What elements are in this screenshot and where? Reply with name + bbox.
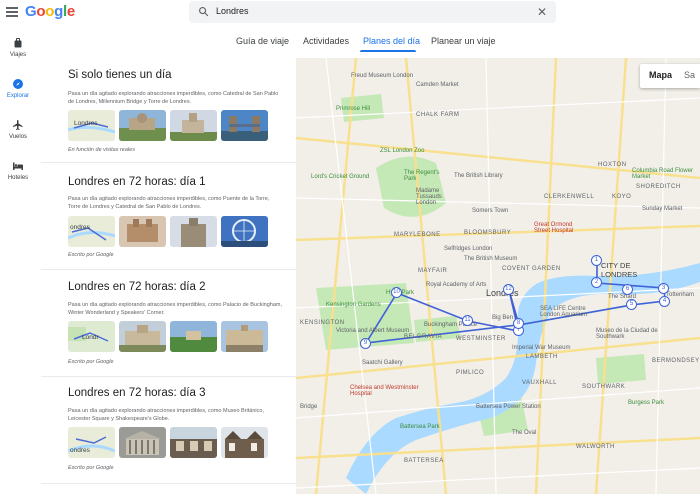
day-plans-list: Si solo tienes un día Pasa un día agitad… (41, 58, 296, 494)
photo-thumbnail[interactable] (170, 321, 217, 352)
route-marker[interactable]: 5 (626, 299, 637, 310)
luggage-icon (14, 38, 22, 48)
card-thumbnails: ondres (68, 216, 278, 247)
search-icon (199, 7, 209, 17)
route-marker[interactable]: 6 (622, 284, 633, 295)
photo-thumbnail[interactable] (170, 110, 217, 141)
card-description: Pasa un día agitado explorando atraccion… (68, 91, 279, 105)
tab-planear-un-viaje[interactable]: Planear un viaje (431, 36, 496, 46)
card-note: Escrito por Google (68, 252, 114, 258)
card-note: Escrito por Google (68, 359, 114, 365)
route-marker[interactable]: 1 (591, 255, 602, 266)
photo-thumbnail[interactable] (119, 110, 166, 141)
card-thumbnails: Londr (68, 321, 278, 352)
compass-icon (13, 79, 23, 89)
card-note: En función de visitas reales (68, 147, 135, 153)
active-tab-indicator (360, 50, 416, 52)
day-plan-card[interactable]: Londres en 72 horas: día 2 Pasa un día a… (41, 271, 296, 377)
google-logo[interactable]: Google (25, 3, 75, 20)
card-note: Escrito por Google (68, 465, 114, 471)
photo-thumbnail[interactable] (221, 321, 268, 352)
plane-icon (13, 120, 23, 130)
photo-thumbnail[interactable] (170, 216, 217, 247)
thumb-map-label: Londr (82, 334, 99, 341)
rail-label: Hoteles (7, 175, 29, 181)
route-map-thumbnail[interactable]: ondres (68, 216, 115, 247)
photo-thumbnail[interactable] (221, 110, 268, 141)
tab-bar: Guía de viaje Actividades Planes del día… (0, 30, 700, 54)
photo-thumbnail[interactable] (119, 216, 166, 247)
route-map-thumbnail[interactable]: Londres (68, 110, 115, 141)
photo-thumbnail[interactable] (119, 427, 166, 458)
map-type-mapa[interactable]: Mapa (649, 70, 672, 80)
card-thumbnails: ondres (68, 427, 278, 458)
rail-label: Explorar (6, 93, 30, 99)
card-title: Londres en 72 horas: día 2 (68, 281, 206, 293)
route-marker[interactable]: 12 (503, 284, 514, 295)
thumb-map-label: ondres (70, 447, 91, 454)
photo-thumbnail[interactable] (119, 321, 166, 352)
tab-planes-del-dia[interactable]: Planes del día (363, 36, 420, 46)
day-plan-card[interactable]: Londres en 72 horas: día 3 Pasa un día a… (41, 378, 296, 484)
menu-icon[interactable] (6, 7, 18, 17)
photo-thumbnail[interactable] (221, 427, 268, 458)
rail-label: Viajes (9, 52, 27, 58)
rail-item-explorar[interactable]: Explorar (0, 78, 36, 99)
rail-item-viajes[interactable]: Viajes (0, 37, 36, 58)
route-marker[interactable]: 11 (462, 315, 473, 326)
route-marker[interactable]: 10 (391, 287, 402, 298)
rail-item-hoteles[interactable]: Hoteles (0, 160, 36, 181)
route-marker[interactable]: 4 (659, 296, 670, 307)
day-plan-card[interactable]: Si solo tienes un día Pasa un día agitad… (41, 58, 296, 163)
thumb-map-label: Londres (74, 120, 98, 127)
card-title: Londres en 72 horas: día 3 (68, 387, 206, 399)
route-markers: 1 2 3 4 5 6 7 8 9 10 11 12 (296, 58, 700, 494)
card-thumbnails: Londres (68, 110, 278, 141)
tab-actividades[interactable]: Actividades (303, 36, 349, 46)
route-marker[interactable]: 3 (658, 283, 669, 294)
close-icon[interactable]: ✕ (537, 5, 547, 19)
search-input[interactable]: Londres (216, 6, 249, 16)
map-type-toggle[interactable]: Mapa Sa (640, 64, 700, 88)
rail-item-vuelos[interactable]: Vuelos (0, 119, 36, 140)
route-marker[interactable]: 9 (360, 338, 371, 349)
card-description: Pasa un día agitado explorando atraccion… (68, 408, 264, 422)
card-title: Londres en 72 horas: día 1 (68, 176, 206, 188)
bed-icon (13, 162, 23, 170)
card-description: Pasa un día agitado explorando atraccion… (68, 302, 283, 316)
search-box[interactable]: Londres ✕ (189, 1, 556, 23)
map-type-satellite[interactable]: Sa (684, 70, 695, 80)
map-view[interactable]: Freud Museum London CHALK FARM ZSL Londo… (296, 58, 700, 494)
card-title: Si solo tienes un día (68, 69, 172, 81)
thumb-map-label: ondres (70, 224, 91, 231)
route-marker[interactable]: 2 (591, 277, 602, 288)
photo-thumbnail[interactable] (170, 427, 217, 458)
route-map-thumbnail[interactable]: Londr (68, 321, 115, 352)
route-marker[interactable]: 8 (513, 318, 524, 329)
route-map-thumbnail[interactable]: ondres (68, 427, 115, 458)
day-plan-card[interactable]: Londres en 72 horas: día 1 Pasa un día a… (41, 164, 296, 270)
tab-guia-de-viaje[interactable]: Guía de viaje (236, 36, 289, 46)
top-bar: Google Londres ✕ (0, 0, 700, 30)
side-rail: Viajes Explorar Vuelos Hoteles (0, 30, 36, 494)
card-description: Pasa un día agitado explorando atraccion… (68, 196, 270, 210)
rail-label: Vuelos (8, 134, 28, 140)
photo-thumbnail[interactable] (221, 216, 268, 247)
